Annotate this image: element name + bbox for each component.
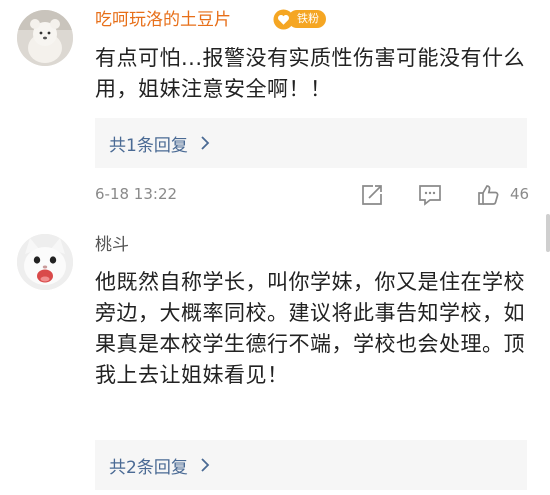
fan-badge: 铁粉	[273, 8, 326, 30]
repost-icon[interactable]	[360, 183, 384, 207]
view-replies-button[interactable]: 共2条回复	[95, 440, 527, 490]
like-count: 46	[510, 185, 530, 203]
username[interactable]: 桃斗	[95, 234, 129, 256]
heart-icon	[273, 8, 294, 30]
comment-icon[interactable]	[418, 183, 442, 207]
replies-count-label: 共1条回复	[109, 135, 188, 156]
username[interactable]: 吃呵玩洛的土豆片	[95, 9, 231, 31]
timestamp: 6-18 13:22	[95, 185, 178, 203]
comment-text: 他既然自称学长，叫你学妹，你又是住在学校旁边，大概率同校。建议将此事告知学校，如…	[95, 270, 525, 387]
avatar[interactable]	[17, 234, 73, 290]
comment-meta-row: 6-18 13:22 46	[95, 183, 535, 207]
chevron-right-icon	[201, 458, 210, 472]
avatar[interactable]	[17, 10, 73, 66]
comment-text: 有点可怕...报警没有实质性伤害可能没有什么用，姐妹注意安全啊！！	[95, 46, 526, 101]
chevron-right-icon	[201, 136, 210, 150]
replies-count-label: 共2条回复	[109, 457, 188, 478]
comment-item: 桃斗 他既然自称学长，叫你学妹，你又是住在学校旁边，大概率同校。建议将此事告知学…	[0, 217, 550, 495]
view-replies-button[interactable]: 共1条回复	[95, 118, 527, 168]
thumbs-up-icon[interactable]	[476, 183, 500, 207]
comment-item: 吃呵玩洛的土豆片 铁粉 有点可怕...报警没有实质性伤害可能没有什么用，姐妹注意…	[0, 0, 550, 217]
